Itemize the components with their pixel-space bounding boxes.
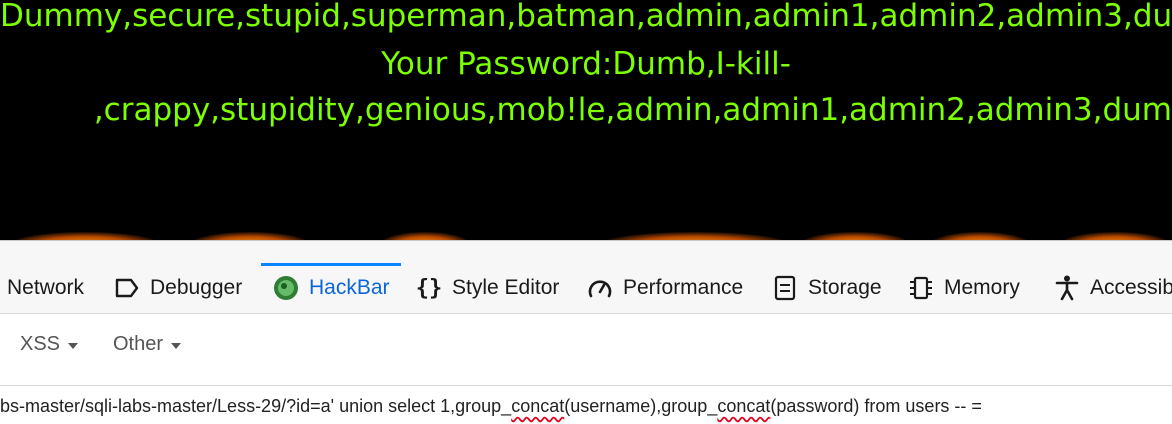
performance-icon [587,275,613,301]
tab-label: Accessibility [1090,276,1172,299]
tab-label: Memory [944,276,1020,299]
menu-label: XSS [20,333,61,355]
tab-label: Debugger [150,276,243,299]
result-usernames-line: Dummy,secure,stupid,superman,batman,admi… [0,0,1172,34]
accessibility-icon [1054,275,1080,301]
tab-label: Storage [808,276,882,299]
spellcheck-word: concat [511,396,565,416]
tab-network[interactable]: Network [7,264,84,312]
background-glow-strip [0,222,1172,240]
chevron-down-icon [171,343,182,349]
tab-memory[interactable]: Memory [908,264,1020,312]
tab-label: Performance [623,276,744,299]
tab-label: Style Editor [452,276,560,299]
chevron-down-icon [68,343,79,349]
tab-label: Network [7,276,85,299]
hackbar-icon [273,275,299,301]
tab-performance[interactable]: Performance [587,264,743,312]
url-value[interactable]: bs-master/sqli-labs-master/Less-29/?id=a… [0,396,982,417]
tab-storage[interactable]: Storage [772,264,882,312]
result-password-label: Your Password:Dumb,I-kill- [381,46,791,82]
spellcheck-word: concat [717,396,771,416]
style-editor-icon: {} [415,275,443,301]
storage-icon [772,275,798,301]
tab-debugger[interactable]: Debugger [114,264,242,312]
memory-icon [908,275,934,301]
menu-other[interactable]: Other [113,333,182,356]
tab-hackbar[interactable]: HackBar [273,264,390,312]
page-viewport: Dummy,secure,stupid,superman,batman,admi… [0,0,1172,240]
tab-accessibility[interactable]: Accessibility [1054,264,1172,312]
debugger-icon [114,275,140,301]
tab-label: HackBar [309,276,390,299]
result-passwords-line: ,crappy,stupidity,genious,mob!le,admin,a… [93,92,1172,128]
menu-label: Other [113,333,164,355]
menu-xss[interactable]: XSS [20,333,79,356]
tab-style-editor[interactable]: {} Style Editor [415,264,560,312]
